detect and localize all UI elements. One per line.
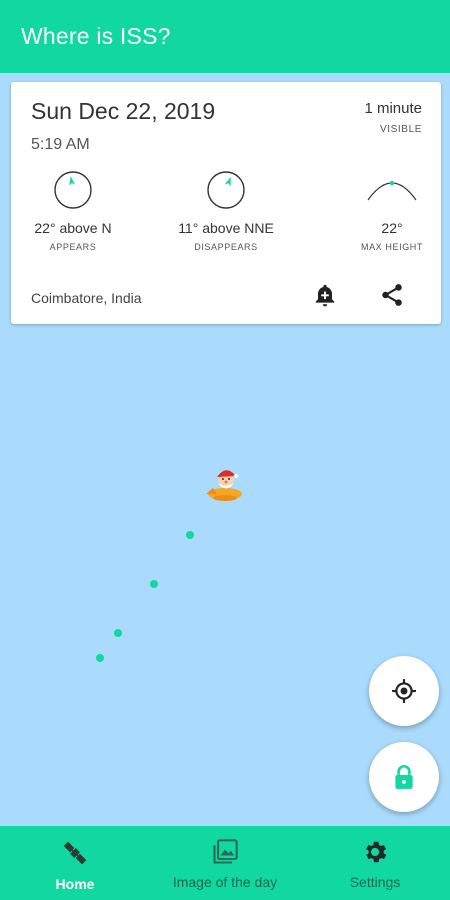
appears-value: 22° above N	[34, 220, 112, 236]
orbit-dot	[114, 629, 122, 637]
add-alarm-icon	[315, 284, 335, 307]
max-height-metric: 22° MAX HEIGHT	[327, 170, 450, 252]
reminder-button[interactable]	[310, 280, 340, 310]
orbit-dot	[186, 531, 194, 539]
compass-appears-icon	[54, 171, 92, 209]
my-location-button[interactable]	[369, 656, 439, 726]
gear-icon	[366, 841, 387, 863]
share-button[interactable]	[377, 280, 407, 310]
orbit-dot	[96, 654, 104, 662]
app-title: Where is ISS?	[21, 23, 171, 49]
pass-date: Sun Dec 22, 2019	[31, 98, 216, 124]
max-height-caption: MAX HEIGHT	[360, 242, 423, 252]
max-height-value: 22°	[381, 220, 403, 236]
orbit-dot	[150, 580, 158, 588]
appears-metric: 22° above N APPEARS	[8, 170, 138, 252]
pass-time: 5:19 AM	[31, 136, 90, 153]
nav-settings[interactable]: Settings	[300, 826, 450, 900]
pass-duration: 1 minute	[364, 100, 422, 117]
arc-height-icon	[367, 180, 417, 201]
compass-disappears-icon	[207, 171, 245, 209]
santa-plane-icon[interactable]	[203, 464, 247, 506]
nav-settings-label: Settings	[349, 874, 401, 890]
appears-caption: APPEARS	[49, 242, 97, 252]
bottom-navigation: Home Image of the day Settings	[0, 826, 450, 900]
crosshair-icon	[392, 679, 416, 703]
pass-card: Sun Dec 22, 2019 5:19 AM 1 minute VISIBL…	[11, 82, 441, 324]
nav-image-of-day[interactable]: Image of the day	[150, 826, 300, 900]
disappears-value: 11° above NNE	[178, 220, 274, 236]
nav-image-of-day-label: Image of the day	[172, 874, 278, 890]
image-icon	[213, 839, 238, 864]
location-label: Coimbatore, India	[31, 290, 142, 306]
disappears-caption: DISAPPEARS	[194, 242, 258, 252]
satellite-icon	[63, 841, 87, 865]
app-bar: Where is ISS?	[0, 0, 450, 73]
nav-home[interactable]: Home	[0, 826, 150, 900]
lock-button[interactable]	[369, 742, 439, 812]
nav-home-label: Home	[55, 876, 95, 892]
disappears-metric: 11° above NNE DISAPPEARS	[161, 170, 291, 252]
duration-caption: VISIBLE	[380, 124, 422, 135]
lock-icon	[395, 765, 413, 789]
share-icon	[382, 284, 402, 306]
